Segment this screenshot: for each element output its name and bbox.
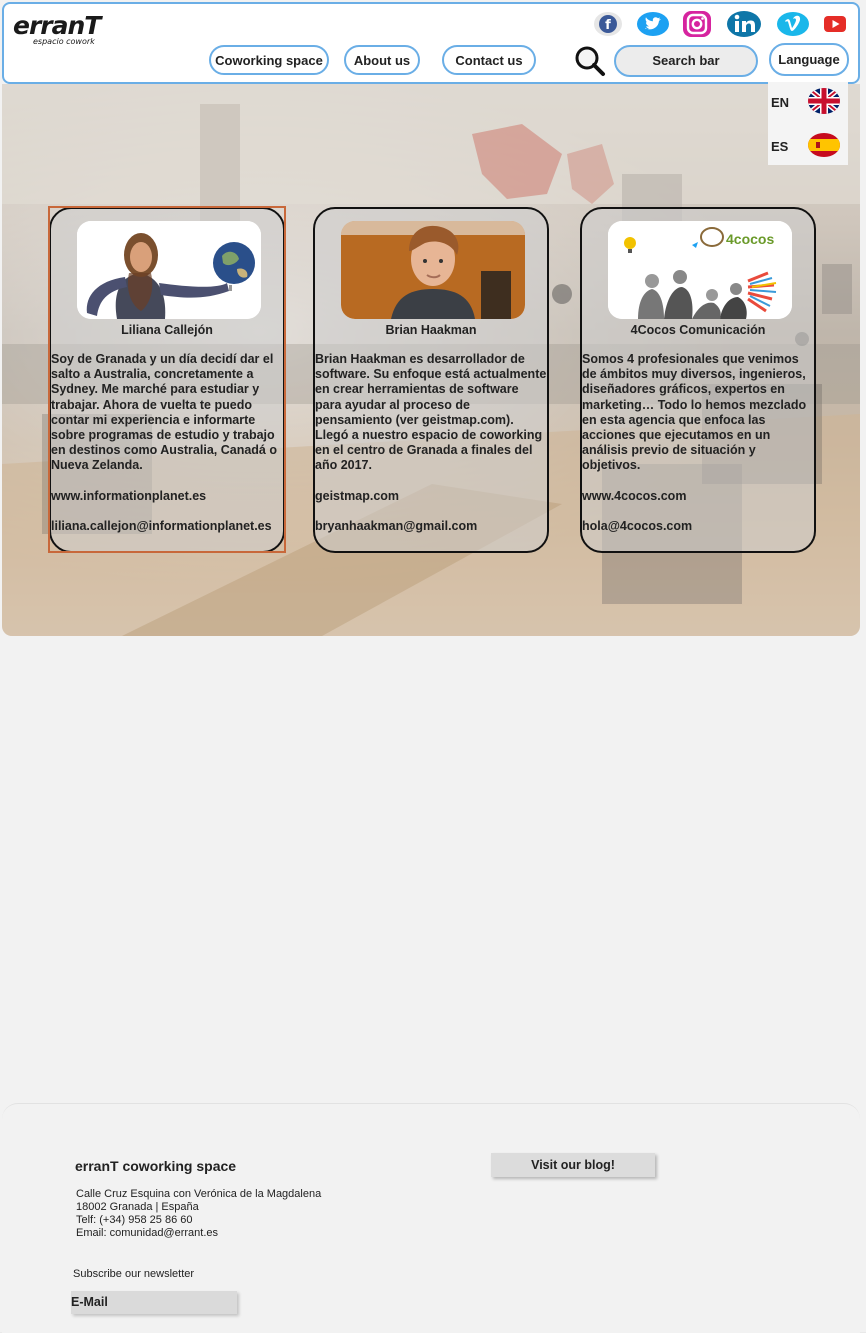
logo-tagline: espacio cowork — [33, 37, 95, 46]
member-name: Brian Haakman — [385, 323, 477, 337]
member-card-brian[interactable]: Brian Haakman Brian Haakman es desarroll… — [313, 207, 549, 553]
spain-flag-icon — [808, 132, 840, 158]
site-footer: erranT coworking space Calle Cruz Esquin… — [2, 1103, 860, 1333]
member-website-link[interactable]: www.4cocos.com — [582, 489, 814, 504]
member-photo — [77, 221, 261, 319]
page: erranT espacio cowork f Coworking space … — [0, 0, 866, 1333]
nav-coworking-space[interactable]: Coworking space — [209, 45, 329, 75]
twitter-icon[interactable] — [635, 10, 671, 38]
uk-flag-icon — [808, 88, 840, 114]
email-text: Email: comunidad@errant.es — [76, 1227, 219, 1239]
member-description: Brian Haakman es desarrollador de softwa… — [315, 352, 547, 473]
member-photo — [341, 221, 525, 319]
member-card-4cocos[interactable]: 4cocos 4Cocos Comunicación Somos 4 profe… — [580, 207, 816, 553]
member-name: Liliana Callejón — [121, 323, 213, 337]
footer-address: Calle Cruz Esquina con Verónica de la Ma… — [76, 1188, 321, 1240]
member-website-link[interactable]: www.informationplanet.es — [51, 489, 283, 504]
svg-text:f: f — [605, 18, 611, 33]
language-code: EN — [771, 95, 790, 110]
address-line: 18002 Granada | España — [76, 1201, 199, 1213]
site-header: erranT espacio cowork f Coworking space … — [2, 2, 860, 84]
language-option-es[interactable]: ES — [768, 128, 848, 164]
language-dropdown: EN ES — [768, 82, 848, 165]
nav-about-us[interactable]: About us — [344, 45, 420, 75]
language-option-en[interactable]: EN — [768, 84, 848, 120]
member-name: 4Cocos Comunicación — [630, 323, 766, 337]
instagram-icon[interactable] — [679, 10, 715, 38]
facebook-icon[interactable]: f — [592, 10, 624, 38]
address-line: Calle Cruz Esquina con Verónica de la Ma… — [76, 1188, 322, 1200]
member-description: Somos 4 profesionales que venimos de ámb… — [582, 352, 807, 473]
member-description: Soy de Granada y un día decidí dar el sa… — [51, 352, 277, 473]
language-code: ES — [771, 139, 789, 154]
member-email-link[interactable]: hola@4cocos.com — [582, 519, 814, 534]
phone-text: Telf: (+34) 958 25 86 60 — [76, 1214, 193, 1226]
hero-background: Liliana Callejón Soy de Granada y un día… — [2, 84, 860, 636]
vimeo-icon[interactable] — [775, 10, 811, 38]
linkedin-icon[interactable] — [725, 10, 763, 38]
member-details: Somos 4 profesionales que venimos de ámb… — [582, 352, 814, 534]
language-button[interactable]: Language — [769, 43, 849, 76]
search-input[interactable]: Search bar — [614, 45, 758, 77]
visit-blog-button[interactable]: Visit our blog! — [491, 1153, 655, 1177]
logo-wordmark: erranT — [13, 11, 101, 40]
member-details: Brian Haakman es desarrollador de softwa… — [315, 352, 547, 534]
member-card-liliana[interactable]: Liliana Callejón Soy de Granada y un día… — [49, 207, 285, 553]
errant-logo[interactable]: erranT espacio cowork — [13, 11, 101, 46]
member-photo: 4cocos — [608, 221, 792, 319]
cocos-logo-text: 4cocos — [726, 231, 774, 247]
member-email-link[interactable]: liliana.callejon@informationplanet.es — [51, 519, 283, 534]
member-email-link[interactable]: bryanhaakman@gmail.com — [315, 519, 547, 534]
search-icon[interactable] — [574, 45, 606, 77]
nav-contact-us[interactable]: Contact us — [442, 45, 536, 75]
member-details: Soy de Granada y un día decidí dar el sa… — [51, 352, 283, 534]
member-website-link[interactable]: geistmap.com — [315, 489, 547, 504]
newsletter-label: Subscribe our newsletter — [73, 1268, 195, 1280]
footer-title: erranT coworking space — [75, 1158, 237, 1174]
youtube-icon[interactable] — [820, 10, 850, 38]
newsletter-email-field[interactable]: E-Mail — [71, 1291, 237, 1314]
